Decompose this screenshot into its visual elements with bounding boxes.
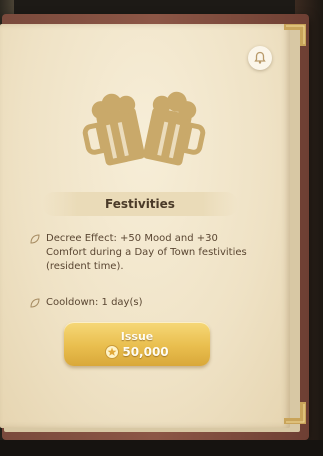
star-coin-icon bbox=[105, 344, 120, 359]
beer-mugs-icon bbox=[82, 91, 206, 166]
issue-cost-value: 50,000 bbox=[122, 344, 169, 359]
leaf-bullet-icon bbox=[30, 298, 40, 308]
bottom-shade bbox=[0, 440, 323, 456]
decree-cooldown: Cooldown: 1 day(s) bbox=[30, 296, 250, 310]
decree-title-bar: Festivities bbox=[42, 192, 238, 216]
issue-cost: 50,000 bbox=[105, 344, 169, 359]
bell-icon bbox=[254, 51, 266, 64]
decree-cooldown-text: Cooldown: 1 day(s) bbox=[46, 297, 143, 308]
decree-effect: Decree Effect: +50 Mood and +30 Comfort … bbox=[30, 232, 250, 274]
issue-button[interactable]: Issue 50,000 bbox=[64, 322, 210, 366]
issue-button-label: Issue bbox=[120, 329, 154, 343]
notification-button[interactable] bbox=[248, 46, 272, 70]
leaf-bullet-icon bbox=[30, 234, 40, 244]
decree-title: Festivities bbox=[105, 197, 175, 211]
corner-ornament-bottom-right bbox=[284, 402, 306, 424]
decree-effect-text: Decree Effect: +50 Mood and +30 Comfort … bbox=[46, 233, 247, 272]
corner-ornament-top-right bbox=[284, 24, 306, 46]
